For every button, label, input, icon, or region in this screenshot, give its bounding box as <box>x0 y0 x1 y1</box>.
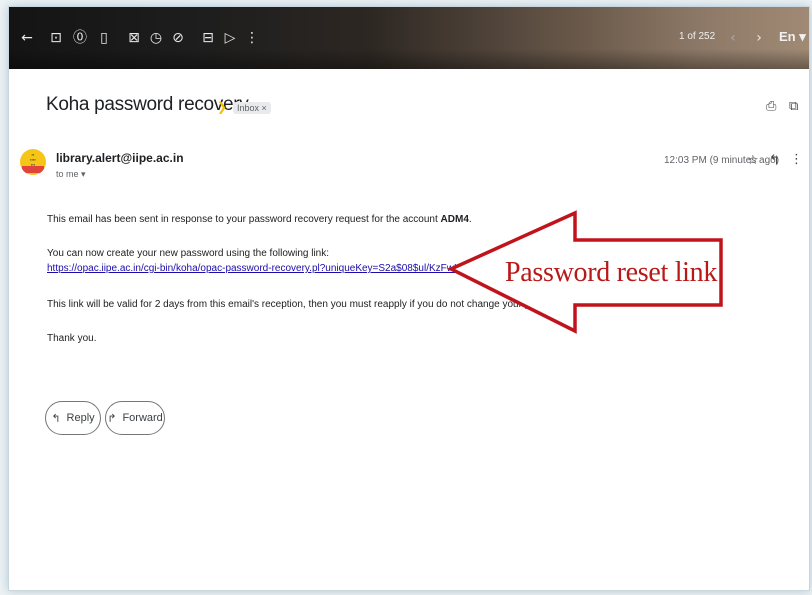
back-arrow-icon[interactable]: ← <box>19 29 35 47</box>
avatar-badge-text: ▪▪ ▪▪▪▪ ▪▪▪ <box>30 152 36 167</box>
move-to-icon[interactable]: ⊟ <box>201 29 215 47</box>
forward-arrow-icon: ↱ <box>107 411 117 425</box>
email-window: ← ⊡ ⓪ ▯ ⊠ ◷ ⊘ ⊟ ▷ ⋮ 1 of 252 ‹ › En ▾ Ko… <box>8 6 810 591</box>
sender-address[interactable]: library.alert@iipe.ac.in <box>56 151 184 165</box>
annotation-label: Password reset link <box>505 257 718 288</box>
reply-arrow-icon: ↰ <box>51 411 61 425</box>
report-spam-icon[interactable]: ⓪ <box>73 29 87 47</box>
body-line-1: This email has been sent in response to … <box>47 214 472 225</box>
more-options-icon[interactable]: ⋮ <box>790 152 803 167</box>
reply-icon[interactable]: ↰ <box>769 153 780 168</box>
reply-button[interactable]: ↰ Reply <box>45 401 101 435</box>
more-vert-icon[interactable]: ⋮ <box>245 29 259 47</box>
email-timestamp: 12:03 PM (9 minutes ago) <box>664 155 780 166</box>
recipient-details[interactable]: to me ▾ <box>56 169 86 180</box>
snooze-icon[interactable]: ◷ <box>149 29 163 47</box>
star-icon[interactable]: ☆ <box>747 153 759 168</box>
inbox-label-chip[interactable]: Inbox × <box>233 102 271 114</box>
language-selector[interactable]: En ▾ <box>779 29 806 45</box>
message-count: 1 of 252 <box>679 31 716 42</box>
mark-unread-icon[interactable]: ⊠ <box>127 29 141 47</box>
reply-button-label: Reply <box>66 412 95 424</box>
chevron-right-icon[interactable]: › <box>753 29 765 47</box>
chevron-left-icon[interactable]: ‹ <box>727 29 739 47</box>
delete-icon[interactable]: ▯ <box>97 29 111 47</box>
open-new-window-icon[interactable]: ⧉ <box>789 99 798 114</box>
important-marker-icon[interactable]: ❯ <box>217 100 227 114</box>
forward-button-label: Forward <box>122 412 163 424</box>
body-line-1-text: This email has been sent in response to … <box>47 214 441 225</box>
toolbar-shade <box>9 49 809 69</box>
body-line-4: Thank you. <box>47 333 97 344</box>
add-task-icon[interactable]: ⊘ <box>171 29 185 47</box>
label-icon[interactable]: ▷ <box>223 29 237 47</box>
body-line-2: You can now create your new password usi… <box>47 248 330 259</box>
forward-button[interactable]: ↱ Forward <box>105 401 165 435</box>
avatar[interactable]: ▪▪ ▪▪▪▪ ▪▪▪ <box>20 149 46 175</box>
gmail-toolbar: ← ⊡ ⓪ ▯ ⊠ ◷ ⊘ ⊟ ▷ ⋮ 1 of 252 ‹ › En ▾ <box>9 7 809 69</box>
print-icon[interactable]: ⎙ <box>766 99 776 114</box>
avatar-badge-stripe <box>22 166 44 173</box>
archive-icon[interactable]: ⊡ <box>49 29 63 47</box>
